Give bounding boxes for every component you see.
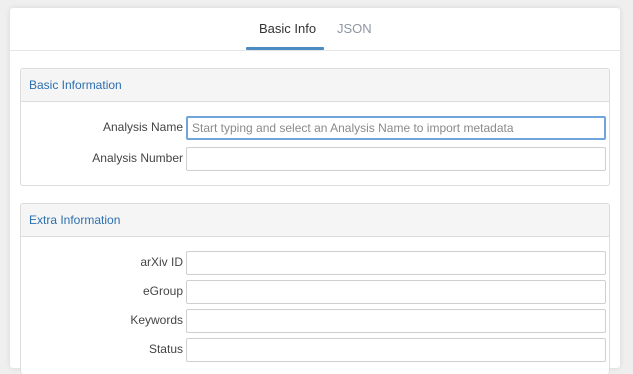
analysis-name-label: Analysis Name [102, 120, 183, 134]
keywords-input[interactable] [186, 309, 606, 333]
analysis-number-label: Analysis Number [92, 151, 183, 165]
extra-information-panel: Extra Information arXiv ID eGroup Keywor… [20, 203, 610, 374]
arxiv-id-row: arXiv ID [21, 251, 609, 275]
tab-bar: Basic Info JSON [10, 8, 620, 51]
keywords-row: Keywords [21, 309, 609, 333]
extra-information-title: Extra Information [21, 204, 609, 237]
status-input[interactable] [186, 338, 606, 362]
basic-information-panel: Basic Information Analysis Name Analysis… [20, 68, 610, 186]
status-row: Status [21, 338, 609, 362]
arxiv-id-input[interactable] [186, 251, 606, 275]
analysis-number-input[interactable] [186, 147, 606, 171]
form-card: Basic Info JSON Basic Information Analys… [10, 8, 620, 374]
tab-basic-info[interactable]: Basic Info [259, 21, 316, 49]
basic-information-title: Basic Information [21, 69, 609, 102]
arxiv-id-label: arXiv ID [140, 255, 183, 269]
status-label: Status [148, 342, 183, 356]
analysis-number-row: Analysis Number [21, 147, 609, 171]
keywords-label: Keywords [130, 313, 183, 327]
egroup-row: eGroup [21, 280, 609, 304]
egroup-label: eGroup [142, 284, 183, 298]
active-tab-indicator [246, 47, 324, 50]
tab-json[interactable]: JSON [337, 21, 372, 49]
analysis-name-row: Analysis Name [21, 116, 609, 140]
analysis-name-input[interactable] [186, 116, 606, 140]
egroup-input[interactable] [186, 280, 606, 304]
